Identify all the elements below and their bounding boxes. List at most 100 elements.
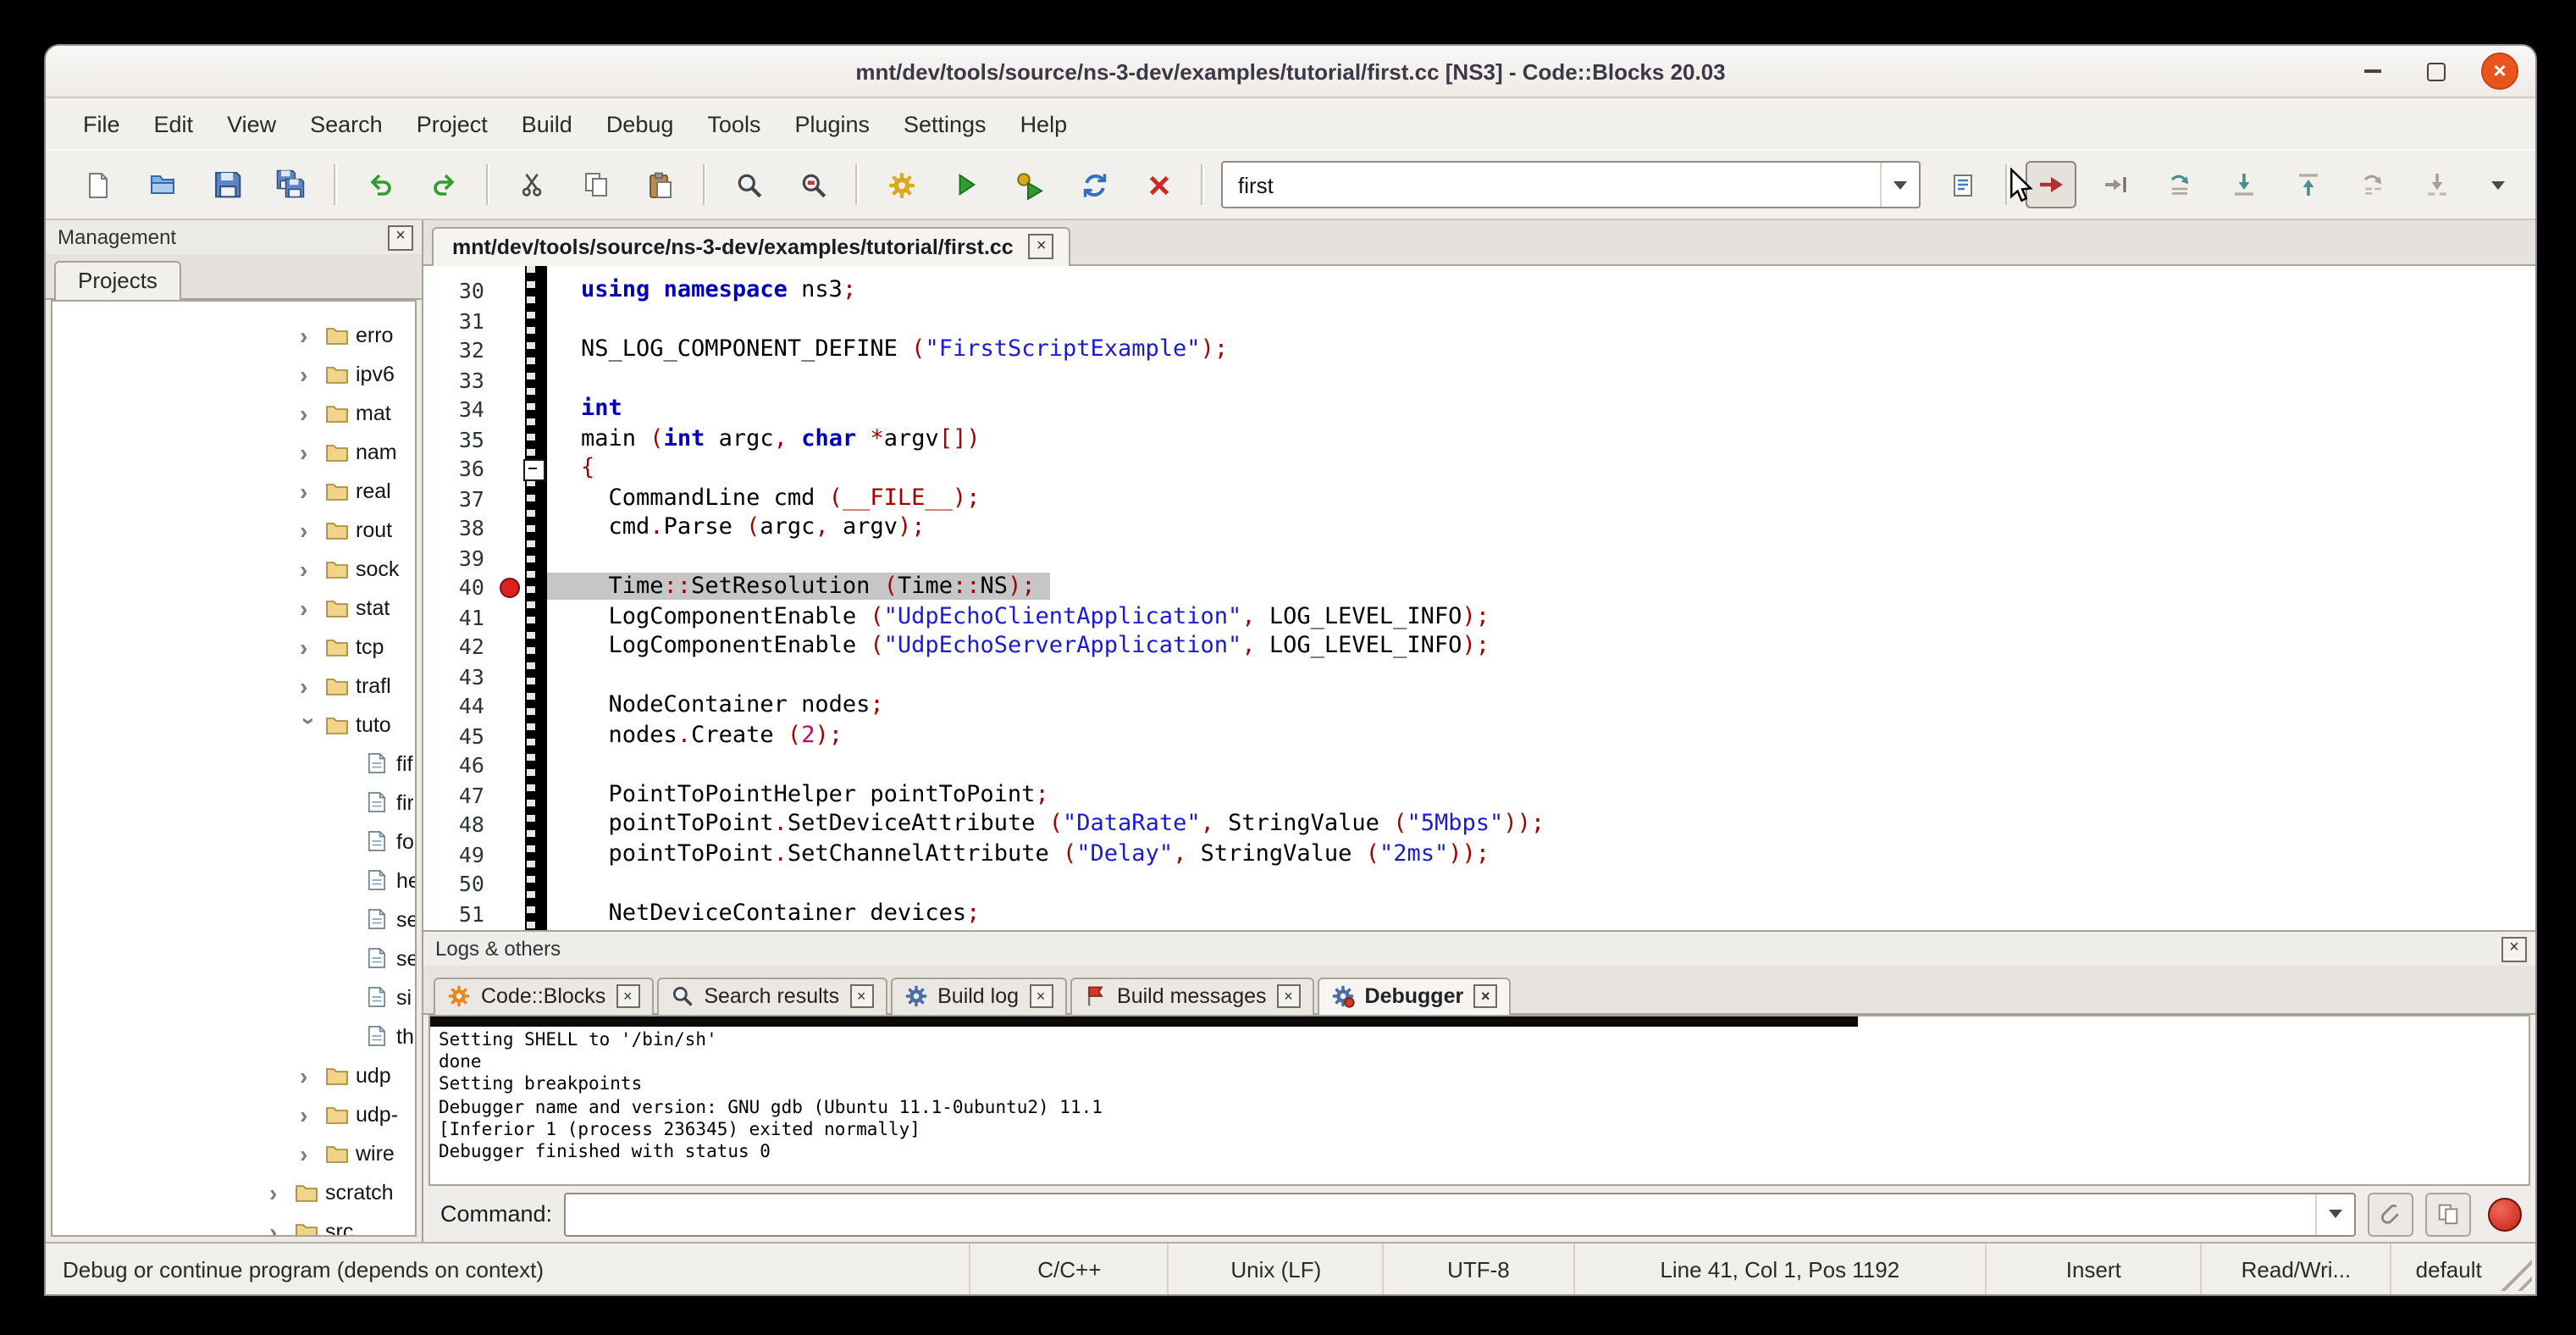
code-line[interactable]: 32NS_LOG_COMPONENT_DEFINE ("FirstScriptE…	[423, 335, 2535, 365]
toolbar-overflow-button[interactable]	[2476, 164, 2518, 205]
breakpoint-margin[interactable]	[498, 899, 525, 928]
chevron-collapsed-icon[interactable]: ›	[300, 440, 320, 463]
undo-button[interactable]	[354, 161, 405, 208]
editor-tab[interactable]: mnt/dev/tools/source/ns-3-dev/examples/t…	[432, 227, 1071, 266]
code-line[interactable]: 43	[423, 662, 2535, 691]
run-button[interactable]	[940, 161, 991, 208]
breakpoint-margin[interactable]	[498, 839, 525, 869]
paste-button[interactable]	[635, 161, 686, 208]
logs-close-button[interactable]: ×	[2501, 936, 2527, 961]
code-line[interactable]: 44 NodeContainer nodes;	[423, 691, 2535, 721]
code-line[interactable]: 38 cmd.Parse (argc, argv);	[423, 513, 2535, 543]
save-button[interactable]	[202, 161, 252, 208]
logs-tab-close-button[interactable]: ×	[1029, 984, 1053, 1008]
tree-item[interactable]: fo	[53, 822, 415, 861]
tree-item[interactable]: ›rout	[53, 510, 415, 549]
tree-item[interactable]: ›scratch	[53, 1172, 415, 1211]
code-line[interactable]: 41 LogComponentEnable ("UdpEchoClientApp…	[423, 602, 2535, 632]
logs-tab-code-blocks[interactable]: Code::Blocks×	[434, 978, 653, 1015]
chevron-collapsed-icon[interactable]: ›	[300, 1063, 320, 1087]
debugger-command-input[interactable]	[566, 1197, 2315, 1231]
code-line[interactable]: 36{	[423, 454, 2535, 484]
code-editor[interactable]: 30using namespace ns3;3132NS_LOG_COMPONE…	[423, 266, 2535, 930]
stop-debugger-button[interactable]	[2488, 1197, 2522, 1231]
tree-item[interactable]: si	[53, 978, 415, 1016]
tree-item[interactable]: th	[53, 1016, 415, 1055]
breakpoint-marker-icon[interactable]	[500, 577, 520, 597]
build-run-button[interactable]	[1004, 161, 1055, 208]
breakpoint-margin[interactable]	[498, 632, 525, 662]
logs-tab-close-button[interactable]: ×	[1473, 984, 1497, 1008]
find-button[interactable]	[723, 161, 774, 208]
chevron-collapsed-icon[interactable]: ›	[300, 1102, 320, 1126]
menu-debug[interactable]: Debug	[589, 104, 691, 143]
menu-settings[interactable]: Settings	[887, 104, 1003, 143]
command-combo[interactable]	[564, 1192, 2356, 1236]
code-line[interactable]: 31	[423, 306, 2535, 335]
breakpoint-margin[interactable]	[498, 721, 525, 751]
menu-file[interactable]: File	[66, 104, 137, 143]
symbols-button[interactable]	[1938, 161, 1988, 208]
code-line[interactable]: 39	[423, 543, 2535, 573]
cut-button[interactable]	[506, 161, 557, 208]
chevron-collapsed-icon[interactable]: ›	[300, 401, 320, 424]
tree-item[interactable]: ›mat	[53, 393, 415, 432]
debug-continue-button[interactable]	[2026, 161, 2076, 208]
menu-tools[interactable]: Tools	[690, 104, 777, 143]
logs-tab-build-log[interactable]: Build log×	[890, 978, 1066, 1015]
tree-item[interactable]: ›udp-	[53, 1094, 415, 1133]
code-line[interactable]: 51 NetDeviceContainer devices;	[423, 899, 2535, 928]
rebuild-button[interactable]	[1069, 161, 1119, 208]
chevron-collapsed-icon[interactable]: ›	[300, 362, 320, 385]
logs-tab-search-results[interactable]: Search results×	[656, 978, 887, 1015]
tree-item[interactable]: ›nam	[53, 432, 415, 471]
chevron-collapsed-icon[interactable]: ›	[300, 634, 320, 658]
menu-build[interactable]: Build	[505, 104, 589, 143]
breakpoint-margin[interactable]	[498, 869, 525, 899]
project-tree[interactable]: ›erro›ipv6›mat›nam›real›rout›sock›stat›t…	[51, 300, 417, 1237]
code-line[interactable]: 50	[423, 869, 2535, 899]
build-target-combo[interactable]: first	[1221, 161, 1921, 208]
code-line[interactable]: 30using namespace ns3;	[423, 276, 2535, 306]
breakpoint-margin[interactable]	[498, 276, 525, 306]
management-close-button[interactable]: ×	[388, 224, 413, 250]
code-line[interactable]: 47 PointToPointHelper pointToPoint;	[423, 780, 2535, 810]
breakpoint-margin[interactable]	[498, 484, 525, 513]
chevron-collapsed-icon[interactable]: ›	[300, 1141, 320, 1165]
abort-button[interactable]	[1133, 161, 1184, 208]
log-output[interactable]: Setting SHELL to '/bin/sh'doneSetting br…	[428, 1015, 2530, 1186]
tree-item[interactable]: ›erro	[53, 315, 415, 354]
step-into-button[interactable]	[2219, 161, 2269, 208]
resize-gripper[interactable]	[2492, 1244, 2535, 1294]
tree-item[interactable]: fir	[53, 783, 415, 822]
breakpoint-margin[interactable]	[498, 306, 525, 335]
tab-projects[interactable]: Projects	[54, 261, 181, 300]
menu-plugins[interactable]: Plugins	[777, 104, 887, 143]
logs-tab-debugger[interactable]: Debugger×	[1318, 978, 1512, 1015]
menu-help[interactable]: Help	[1003, 104, 1085, 143]
menu-view[interactable]: View	[210, 104, 293, 143]
logs-tab-close-button[interactable]: ×	[1277, 984, 1301, 1008]
logs-tab-close-button[interactable]: ×	[616, 984, 639, 1008]
chevron-collapsed-icon[interactable]: ›	[269, 1180, 290, 1204]
paperclip-button[interactable]	[2368, 1192, 2413, 1236]
chevron-collapsed-icon[interactable]: ›	[300, 595, 320, 619]
build-button[interactable]	[876, 161, 926, 208]
tree-item[interactable]: ›wire	[53, 1133, 415, 1172]
tree-item[interactable]: ›sock	[53, 549, 415, 588]
chevron-collapsed-icon[interactable]: ›	[300, 557, 320, 580]
breakpoint-margin[interactable]	[498, 543, 525, 573]
breakpoint-margin[interactable]	[498, 780, 525, 810]
close-button[interactable]: ×	[2481, 53, 2518, 90]
code-line[interactable]: 48 pointToPoint.SetDeviceAttribute ("Dat…	[423, 810, 2535, 839]
breakpoint-margin[interactable]	[498, 928, 525, 930]
breakpoint-margin[interactable]	[498, 454, 525, 484]
tree-item[interactable]: se	[53, 900, 415, 939]
chevron-expanded-icon[interactable]: ›	[298, 717, 322, 737]
open-button[interactable]	[137, 161, 188, 208]
code-line[interactable]: 49 pointToPoint.SetChannelAttribute ("De…	[423, 839, 2535, 869]
chevron-collapsed-icon[interactable]: ›	[300, 323, 320, 346]
run-to-cursor-button[interactable]	[2090, 161, 2141, 208]
chevron-collapsed-icon[interactable]: ›	[300, 518, 320, 541]
tree-item[interactable]: ›tcp	[53, 627, 415, 666]
